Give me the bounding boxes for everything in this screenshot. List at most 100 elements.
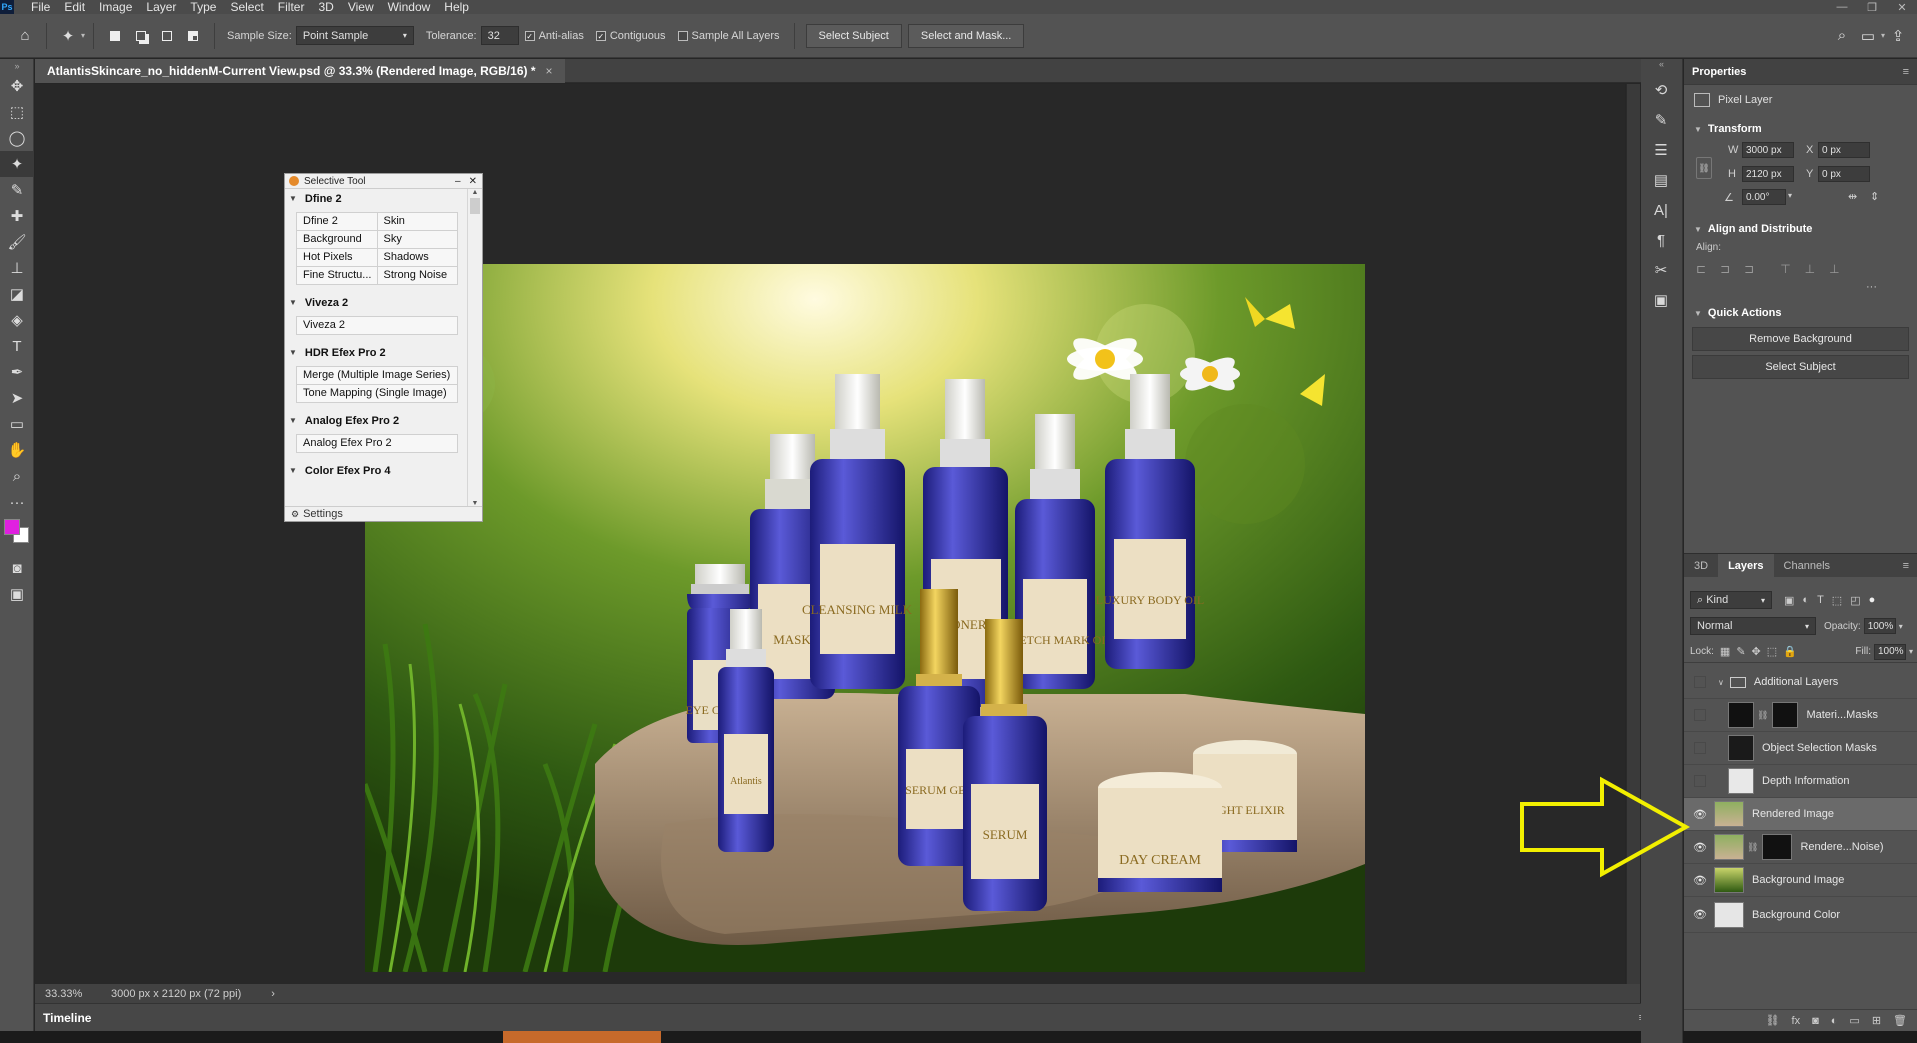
menu-edit[interactable]: Edit [57, 0, 92, 14]
section-analog-efex-pro-2[interactable]: ▼ Analog Efex Pro 2 [285, 411, 468, 430]
menu-type[interactable]: Type [183, 0, 223, 14]
filter-toggle-icon[interactable]: ● [1869, 594, 1876, 606]
restore-icon[interactable]: ❐ [1857, 0, 1887, 14]
menu-image[interactable]: Image [92, 0, 139, 14]
menu-file[interactable]: File [24, 0, 57, 14]
align-bottom-icon[interactable]: ⊥ [1829, 262, 1839, 276]
collapse-icon[interactable]: » [0, 59, 34, 73]
paint-bucket-tool-icon[interactable]: ◈ [0, 307, 34, 333]
section-hdr-efex-pro-2[interactable]: ▼ HDR Efex Pro 2 [285, 343, 468, 362]
menu-help[interactable]: Help [437, 0, 476, 14]
lock-position-icon[interactable]: ✥ [1752, 645, 1761, 658]
sample-all-layers-checkbox[interactable]: Sample All Layers [677, 30, 780, 42]
magic-wand-tool-icon[interactable]: ✦ [0, 151, 34, 177]
minimize-icon[interactable]: – [455, 176, 461, 187]
minimize-icon[interactable]: — [1827, 0, 1857, 14]
scroll-up-icon[interactable]: ▲ [468, 189, 482, 196]
selective-tool-scrollbar[interactable]: ▲ ▼ [467, 189, 482, 507]
align-center-icon[interactable]: ⊐ [1720, 262, 1730, 276]
menu-view[interactable]: View [341, 0, 381, 14]
layer-group-additional-layers[interactable]: ∨ Additional Layers [1684, 666, 1917, 699]
link-icon[interactable]: ⛓ [1696, 157, 1712, 179]
tone-mapping-button[interactable]: Tone Mapping (Single Image) [297, 385, 458, 403]
filter-pixel-icon[interactable]: ▣ [1784, 594, 1794, 607]
rectangle-tool-icon[interactable]: ▭ [0, 411, 34, 437]
menu-window[interactable]: Window [381, 0, 438, 14]
merge-button[interactable]: Merge (Multiple Image Series) [297, 367, 458, 385]
lock-image-icon[interactable]: ✎ [1736, 645, 1745, 658]
filter-shape-icon[interactable]: ⬚ [1832, 594, 1842, 607]
zoom-tool-icon[interactable]: ⌕ [0, 463, 34, 489]
color-swatches[interactable] [0, 515, 34, 555]
sky-button[interactable]: Sky [377, 231, 458, 249]
menu-select[interactable]: Select [223, 0, 270, 14]
path-selection-tool-icon[interactable]: ➤ [0, 385, 34, 411]
align-top-icon[interactable]: ⊤ [1780, 262, 1790, 276]
properties-tab[interactable]: Properties ≡ [1684, 59, 1917, 85]
marquee-tool-icon[interactable]: ⬚ [0, 99, 34, 125]
add-mask-icon[interactable]: ◙ [1812, 1015, 1819, 1027]
adjustments-icon[interactable]: ☰ [1641, 137, 1681, 163]
eye-icon[interactable]: 👁 [1690, 908, 1710, 921]
visibility-toggle[interactable] [1690, 676, 1710, 688]
eye-icon[interactable]: 👁 [1690, 841, 1710, 854]
search-icon[interactable]: ⌕ [1829, 23, 1855, 49]
brush-tool-icon[interactable]: 🖌 [0, 229, 34, 255]
share-icon[interactable]: ⇪ [1885, 23, 1911, 49]
link-layers-icon[interactable]: ⛓ [1766, 1014, 1780, 1027]
visibility-toggle[interactable] [1690, 742, 1710, 754]
chevron-down-icon[interactable]: ▾ [81, 31, 85, 40]
section-viveza-2[interactable]: ▼ Viveza 2 [285, 293, 468, 312]
align-distribute-section[interactable]: ▼ Align and Distribute [1684, 219, 1917, 239]
clone-stamp-tool-icon[interactable]: ⊥ [0, 255, 34, 281]
close-tab-icon[interactable]: × [546, 64, 553, 78]
taskbar-active-app[interactable] [503, 1031, 661, 1043]
anti-alias-checkbox[interactable]: ✓ Anti-alias [524, 30, 584, 42]
character-icon[interactable]: A| [1641, 197, 1681, 223]
analog-efex-pro-2-button[interactable]: Analog Efex Pro 2 [297, 435, 458, 453]
history-icon[interactable]: ⟲ [1641, 77, 1681, 103]
layer-depth-information[interactable]: Depth Information [1684, 765, 1917, 798]
magic-wand-preset-icon[interactable]: ✦ [55, 23, 81, 49]
chevron-down-icon[interactable]: ▾ [1909, 647, 1913, 656]
fine-structures-button[interactable]: Fine Structu... [297, 267, 378, 285]
layer-material-masks[interactable]: ⛓ Materi...Masks [1684, 699, 1917, 732]
tab-3d[interactable]: 3D [1684, 554, 1718, 578]
panel-menu-icon[interactable]: ≡ [1903, 560, 1909, 572]
chevron-down-icon[interactable]: ∨ [1718, 678, 1724, 687]
tolerance-input[interactable]: 32 [480, 26, 519, 45]
background-button[interactable]: Background [297, 231, 378, 249]
delete-layer-icon[interactable]: 🗑 [1893, 1014, 1907, 1027]
flip-vertical-icon[interactable]: ⇕ [1870, 190, 1879, 203]
document-image[interactable]: EYE CREAM MASK CLEANSING MILK TONER STRE… [365, 264, 1365, 972]
more-options-icon[interactable]: ··· [1684, 281, 1917, 299]
transform-section[interactable]: ▼ Transform [1684, 119, 1917, 139]
contiguous-checkbox[interactable]: ✓ Contiguous [595, 30, 666, 42]
foreground-color-swatch[interactable] [4, 519, 20, 535]
screen-mode-icon[interactable]: ▣ [0, 581, 34, 607]
quick-mask-icon[interactable]: ◙ [0, 555, 34, 581]
paragraph-icon[interactable]: ¶ [1641, 227, 1681, 253]
lock-artboard-icon[interactable]: ⬚ [1767, 645, 1777, 658]
shadows-button[interactable]: Shadows [377, 249, 458, 267]
remove-background-button[interactable]: Remove Background [1692, 327, 1909, 351]
close-window-icon[interactable]: ✕ [1887, 0, 1917, 14]
close-icon[interactable]: ✕ [469, 176, 477, 187]
tools-icon[interactable]: ✂ [1641, 257, 1681, 283]
type-tool-icon[interactable]: T [0, 333, 34, 359]
skin-button[interactable]: Skin [377, 213, 458, 231]
lock-all-icon[interactable]: 🔒 [1783, 645, 1797, 658]
layer-rendered-image[interactable]: 👁 Rendered Image [1684, 798, 1917, 831]
select-subject-button[interactable]: Select Subject [805, 23, 902, 48]
viveza-2-button[interactable]: Viveza 2 [297, 317, 458, 335]
pen-tool-icon[interactable]: ✒ [0, 359, 34, 385]
menu-layer[interactable]: Layer [139, 0, 183, 14]
libraries-icon[interactable]: ▤ [1641, 167, 1681, 193]
visibility-toggle[interactable] [1690, 775, 1710, 787]
new-selection-icon[interactable] [102, 23, 128, 49]
new-layer-icon[interactable]: ⊞ [1872, 1014, 1881, 1027]
blend-mode-select[interactable]: Normal ▾ [1690, 617, 1816, 635]
workspace-icon[interactable]: ▭ [1855, 23, 1881, 49]
adjustment-layer-icon[interactable]: ◐ [1831, 1015, 1838, 1027]
angle-input[interactable]: 0.00° [1742, 189, 1786, 205]
